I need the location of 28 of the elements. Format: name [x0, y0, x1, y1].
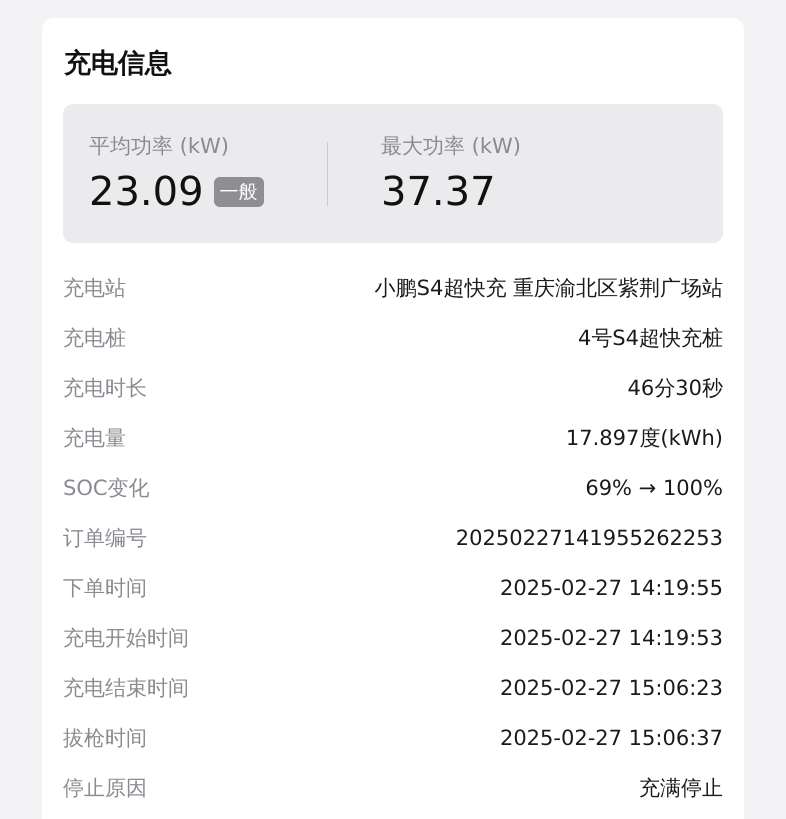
- section-title: 充电信息: [63, 47, 173, 81]
- field-value: 2025-02-27 15:06:23: [500, 676, 723, 700]
- field-value: 4号S4超快充桩: [578, 325, 723, 352]
- field-value: 2025-02-27 14:19:53: [500, 626, 723, 650]
- field-label: 停止原因: [63, 775, 147, 802]
- field-value: 充满停止: [639, 775, 723, 802]
- field-value: 69% → 100%: [585, 476, 723, 500]
- field-label: 订单编号: [63, 525, 147, 552]
- field-label: 下单时间: [63, 575, 147, 602]
- field-value: 小鹏S4超快充 重庆渝北区紫荆广场站: [374, 275, 723, 302]
- field-label: 充电量: [63, 425, 126, 452]
- field-label: 充电桩: [63, 325, 126, 352]
- field-value: 17.897度(kWh): [566, 425, 723, 452]
- stat-label: 最大功率 (kW): [381, 132, 522, 160]
- field-value: 2025-02-27 15:06:37: [500, 726, 723, 750]
- field-label: 充电时长: [63, 375, 147, 402]
- field-label: SOC变化: [63, 475, 150, 502]
- field-value: 46分30秒: [628, 375, 723, 402]
- stat-label: 平均功率 (kW): [89, 132, 230, 160]
- field-value: 20250227141955262253: [456, 526, 723, 550]
- field-label: 充电开始时间: [63, 625, 189, 652]
- stat-value: 23.09: [89, 168, 204, 216]
- stat-value: 37.37: [381, 168, 496, 216]
- field-value: 2025-02-27 14:19:55: [500, 576, 723, 600]
- rating-tag: 一般: [214, 176, 264, 206]
- field-label: 拔枪时间: [63, 725, 147, 752]
- field-label: 充电结束时间: [63, 675, 189, 702]
- field-label: 充电站: [63, 275, 126, 302]
